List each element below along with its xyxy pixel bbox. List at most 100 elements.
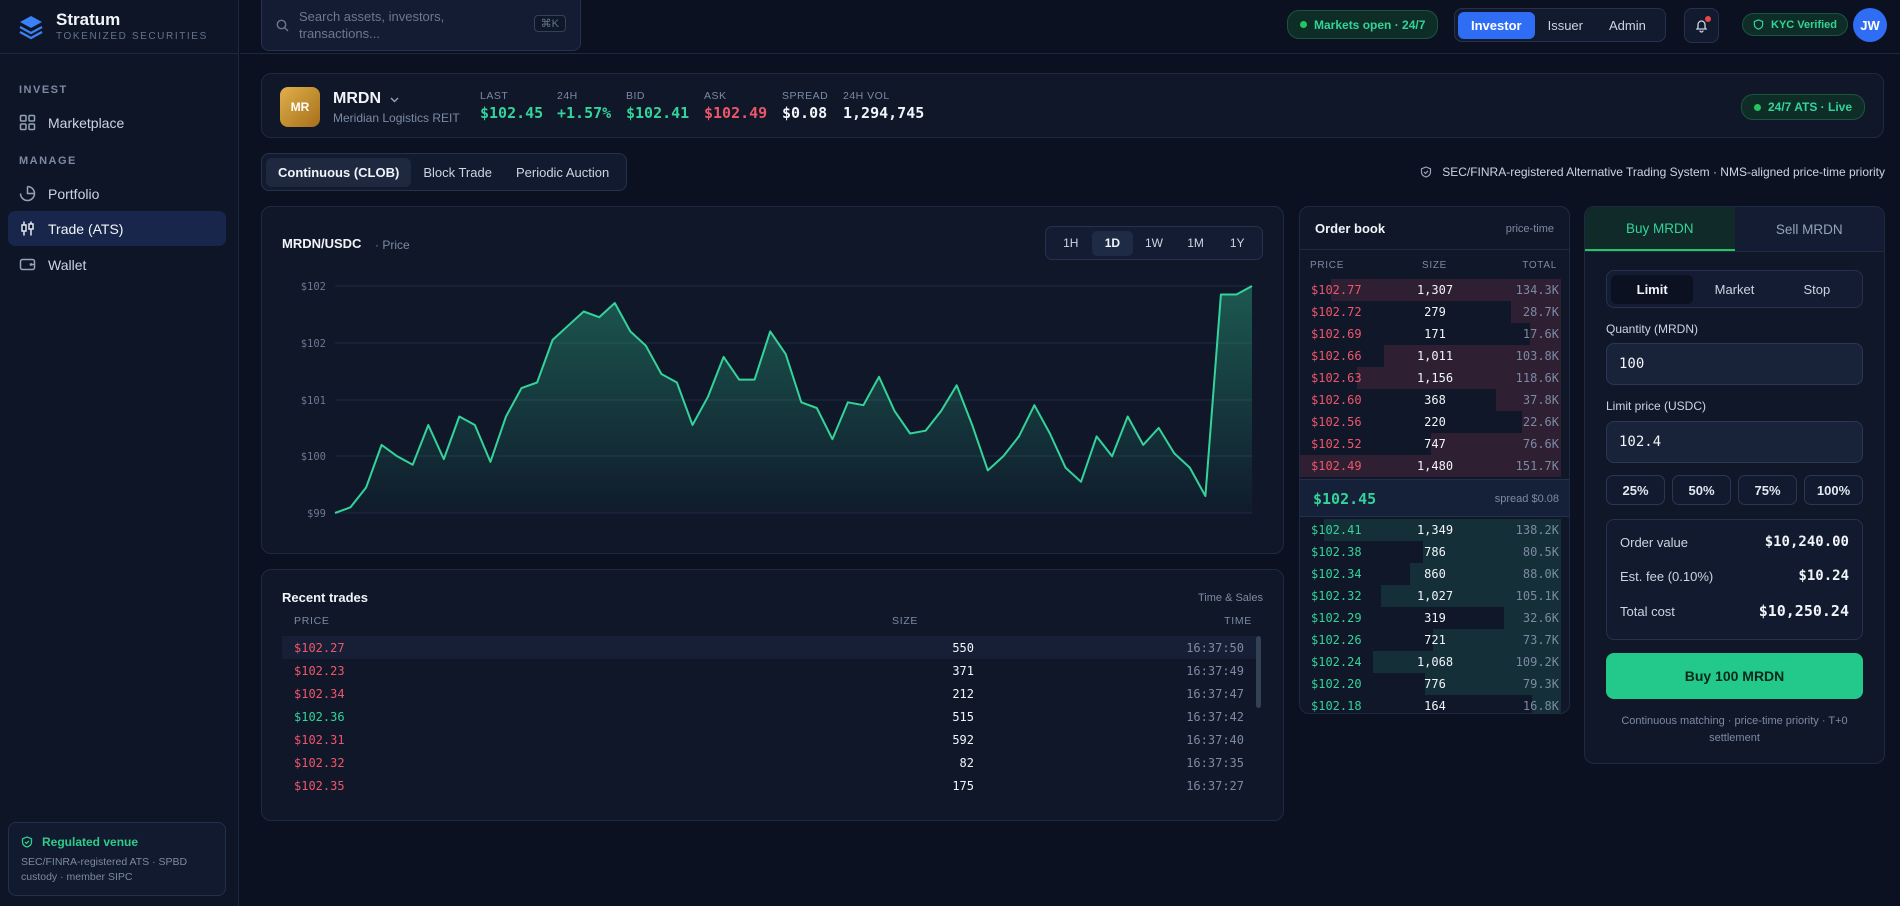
ob-price: $102.20 [1311,677,1362,691]
order-summary: Order value $10,240.00 Est. fee (0.10%) … [1606,519,1863,640]
search-input[interactable]: Search assets, investors, transactions..… [261,0,581,51]
ats-note-text: SEC/FINRA-registered Alternative Trading… [1442,165,1885,179]
ob-header-size: SIZE [1422,260,1448,271]
order-type-stop[interactable]: Stop [1776,275,1858,304]
trades-header-size: SIZE [892,615,919,627]
table-row: $102.23 371 16:37:49 [282,659,1256,682]
order-book-mid: $102.45 spread $0.08 [1300,479,1569,517]
nav-section-manage: MANAGE [19,155,77,167]
ob-total: 17.6K [1522,327,1559,341]
tab-buy[interactable]: Buy MRDN [1585,207,1735,251]
ask-row[interactable]: $102.72 279 28.7K [1300,301,1569,323]
ask-row[interactable]: $102.60 368 37.8K [1300,389,1569,411]
nav-section-invest: INVEST [19,84,68,96]
live-badge: 24/7 ATS · Live [1740,94,1865,120]
pct-100-button[interactable]: 100% [1804,475,1863,505]
ob-total: 134.3K [1515,283,1559,297]
ob-header-total: TOTAL [1522,260,1557,271]
role-admin-button[interactable]: Admin [1596,12,1659,39]
avatar[interactable]: JW [1853,8,1887,42]
ask-row[interactable]: $102.66 1,011 103.8K [1300,345,1569,367]
ob-price: $102.24 [1311,655,1362,669]
regulated-venue-text: SEC/FINRA-registered ATS · SPBD custody … [21,856,188,883]
trade-time: 16:37:27 [1186,779,1244,793]
ob-total: 103.8K [1515,349,1559,363]
shield-icon [1753,19,1764,30]
market-status-badge: Markets open · 24/7 [1287,10,1439,39]
brand-name: Stratum [56,10,121,29]
live-badge-text: 24/7 ATS · Live [1767,100,1852,114]
order-book-subtitle: price-time [1505,223,1554,235]
ob-price: $102.32 [1311,589,1362,603]
trades-scrollbar[interactable] [1256,636,1261,708]
brand[interactable]: Stratum TOKENIZED SECURITIES [0,0,238,54]
fee-value: $10.24 [1798,568,1849,584]
tab-periodic-auction[interactable]: Periodic Auction [504,158,621,187]
ob-total: 138.2K [1515,523,1559,537]
ask-row[interactable]: $102.77 1,307 134.3K [1300,279,1569,301]
ob-size: 220 [1424,415,1446,429]
stat-label: LAST [480,90,509,102]
role-issuer-button[interactable]: Issuer [1535,12,1596,39]
trade-price: $102.32 [294,756,345,770]
quantity-field[interactable] [1606,343,1863,385]
ask-row[interactable]: $102.52 747 76.6K [1300,433,1569,455]
trade-price: $102.23 [294,664,345,678]
sidebar: Stratum TOKENIZED SECURITIES INVEST Mark… [0,0,239,906]
search-placeholder: Search assets, investors, transactions..… [299,9,445,41]
order-type-limit[interactable]: Limit [1611,274,1694,304]
pct-75-button[interactable]: 75% [1738,475,1797,505]
sidebar-item-trade[interactable]: Trade (ATS) [8,211,226,246]
ask-row[interactable]: $102.49 1,480 151.7K [1300,455,1569,477]
ob-price: $102.56 [1311,415,1362,429]
ob-price: $102.18 [1311,699,1362,713]
ob-size: 171 [1424,327,1446,341]
tab-sell[interactable]: Sell MRDN [1734,207,1884,251]
sidebar-item-marketplace[interactable]: Marketplace [8,105,226,140]
stat-value: $102.49 [704,104,768,122]
ob-size: 860 [1424,567,1446,581]
y-tick-label: $99 [307,508,326,520]
bid-row[interactable]: $102.32 1,027 105.1K [1300,585,1569,607]
bid-row[interactable]: $102.18 164 16.8K [1300,695,1569,713]
price-chart[interactable]: $102 $102 $101 $100 $99 [262,207,1283,553]
ob-price: $102.63 [1311,371,1362,385]
bid-row[interactable]: $102.29 319 32.6K [1300,607,1569,629]
limit-price-field[interactable] [1606,421,1863,463]
regulated-venue-title-text: Regulated venue [42,835,139,849]
shield-check-icon [21,836,33,848]
bid-row[interactable]: $102.26 721 73.7K [1300,629,1569,651]
bid-row[interactable]: $102.20 776 79.3K [1300,673,1569,695]
kyc-badge: KYC Verified [1742,13,1849,36]
brand-subtitle: TOKENIZED SECURITIES [56,31,208,42]
ask-row[interactable]: $102.63 1,156 118.6K [1300,367,1569,389]
ob-size: 1,068 [1416,655,1454,669]
role-investor-button[interactable]: Investor [1458,11,1535,39]
ask-row[interactable]: $102.69 171 17.6K [1300,323,1569,345]
bid-row[interactable]: $102.38 786 80.5K [1300,541,1569,563]
bid-row[interactable]: $102.41 1,349 138.2K [1300,519,1569,541]
ask-row[interactable]: $102.56 220 22.6K [1300,411,1569,433]
trade-mode-tabs: Continuous (CLOB) Block Trade Periodic A… [261,153,627,191]
y-tick-label: $102 [301,281,326,293]
tab-continuous-clob[interactable]: Continuous (CLOB) [266,157,412,187]
pct-50-button[interactable]: 50% [1672,475,1731,505]
tab-block-trade[interactable]: Block Trade [411,158,504,187]
stat-last: LAST $102.45 [480,90,543,122]
trade-size: 212 [952,687,974,701]
fee-label: Est. fee (0.10%) [1620,568,1714,584]
bid-row[interactable]: $102.24 1,068 109.2K [1300,651,1569,673]
y-tick-label: $101 [301,395,326,407]
sidebar-item-label: Wallet [48,256,87,273]
sidebar-item-portfolio[interactable]: Portfolio [8,176,226,211]
submit-buy-button[interactable]: Buy 100 MRDN [1606,653,1863,699]
pct-25-button[interactable]: 25% [1606,475,1665,505]
order-type-market[interactable]: Market [1693,275,1775,304]
stat-ask: ASK $102.49 [704,90,767,122]
sidebar-item-wallet[interactable]: Wallet [8,247,226,282]
ob-size: 1,011 [1416,349,1454,363]
ob-size: 368 [1424,393,1446,407]
asset-selector[interactable]: MRDN [333,90,400,108]
bid-row[interactable]: $102.34 860 88.0K [1300,563,1569,585]
notifications-button[interactable] [1684,8,1719,43]
